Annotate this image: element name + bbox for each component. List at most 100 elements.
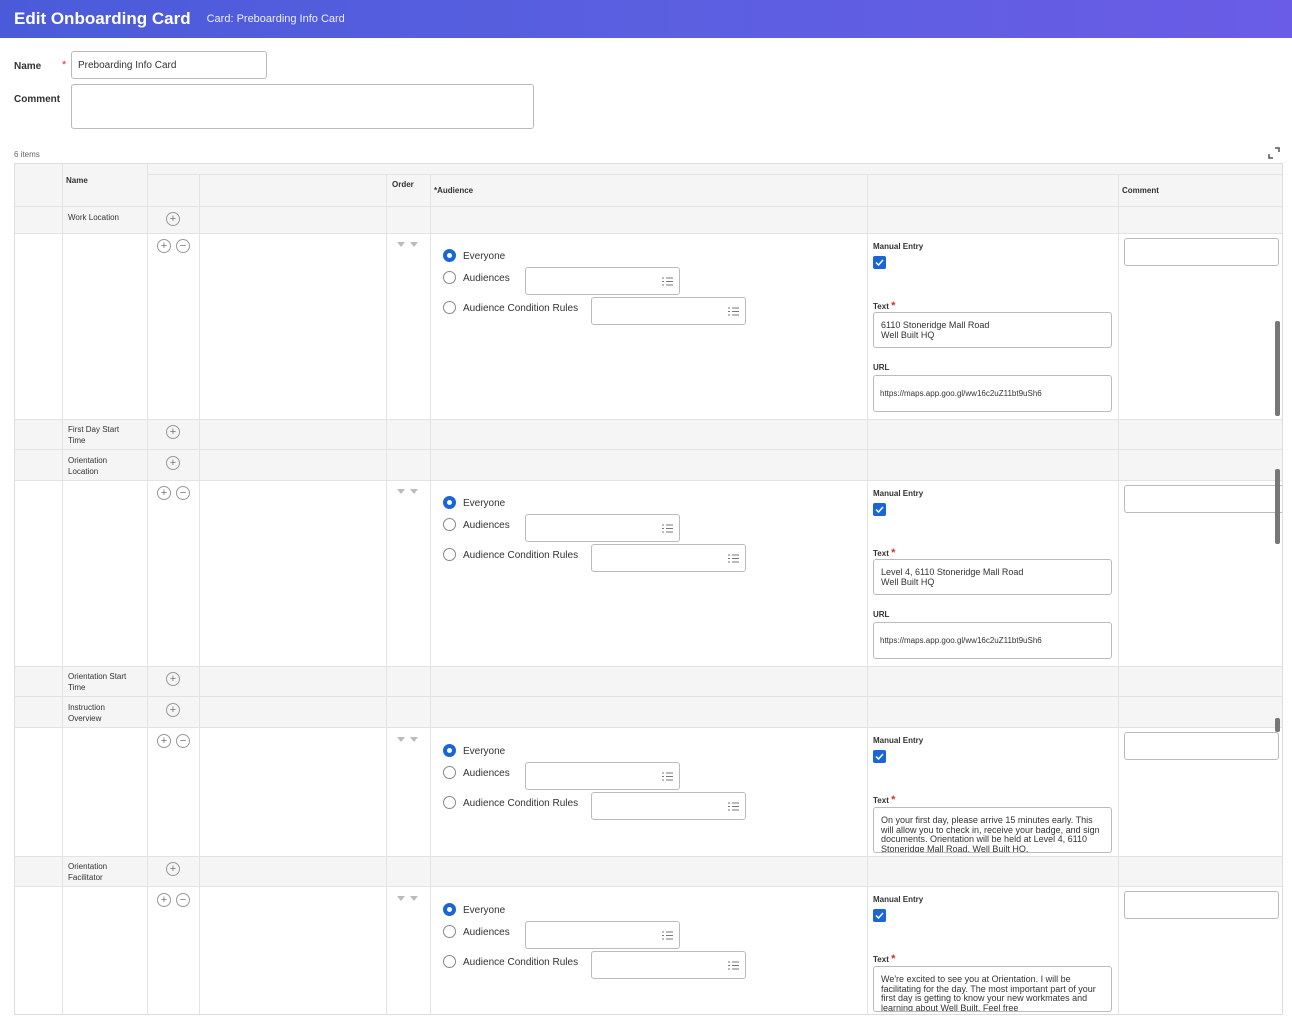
row-band-facilitator: [15, 856, 1282, 886]
list-icon: [728, 802, 739, 811]
text-label-text: Text: [873, 549, 889, 558]
text-textarea[interactable]: 6110 Stoneridge Mall Road Well Built HQ: [873, 312, 1112, 348]
check-icon: [875, 912, 884, 919]
row-band-orientation-location: [15, 450, 1282, 480]
comment-input[interactable]: [1124, 485, 1282, 513]
text-textarea[interactable]: We're excited to see you at Orientation.…: [873, 966, 1112, 1012]
row-name-orientation-location: Orientation Location: [68, 456, 108, 476]
url-input[interactable]: https://maps.app.goo.gl/ww16c2uZ11bt9uSh…: [873, 375, 1112, 412]
move-down-icon[interactable]: [410, 242, 418, 247]
manual-entry-checkbox[interactable]: [873, 256, 886, 269]
remove-button[interactable]: −: [176, 734, 190, 748]
remove-button[interactable]: −: [176, 486, 190, 500]
comment-input[interactable]: [1124, 238, 1279, 266]
audiences-prompt[interactable]: [525, 921, 680, 949]
row-name-first-day-start-time: First Day Start Time: [68, 425, 120, 445]
row-name-work-location: Work Location: [68, 213, 119, 222]
move-up-icon[interactable]: [397, 896, 405, 901]
comment-input[interactable]: [1124, 891, 1279, 919]
add-row-button[interactable]: +: [166, 862, 180, 876]
text-textarea[interactable]: On your first day, please arrive 15 minu…: [873, 807, 1112, 853]
move-down-icon[interactable]: [410, 896, 418, 901]
radio-audiences-label: Audiences: [463, 927, 510, 938]
add-button[interactable]: +: [157, 734, 171, 748]
column-header-audience[interactable]: *Audience: [434, 186, 473, 195]
audiences-prompt[interactable]: [525, 267, 680, 295]
column-header-name[interactable]: Name: [66, 176, 88, 185]
column-header-order[interactable]: Order: [392, 180, 414, 189]
radio-everyone[interactable]: [443, 903, 456, 916]
audience-rules-prompt[interactable]: [591, 792, 746, 820]
url-label: URL: [873, 610, 890, 619]
radio-audience-condition-rules[interactable]: [443, 955, 456, 968]
remove-button[interactable]: −: [176, 239, 190, 253]
radio-everyone[interactable]: [443, 249, 456, 262]
textarea-scrollbar[interactable]: [1275, 321, 1280, 416]
text-textarea[interactable]: Level 4, 6110 Stoneridge Mall Road Well …: [873, 559, 1112, 595]
comment-textarea[interactable]: [71, 84, 534, 129]
onboarding-grid: Name Order *Audience Comment Work Locati…: [14, 163, 1283, 1015]
manual-entry-checkbox[interactable]: [873, 503, 886, 516]
manual-entry-label: Manual Entry: [873, 242, 924, 251]
radio-audience-condition-rules[interactable]: [443, 301, 456, 314]
add-button[interactable]: +: [157, 486, 171, 500]
comment-label: Comment: [14, 94, 61, 105]
row-band-work-location: [15, 206, 1282, 233]
add-row-button[interactable]: +: [166, 425, 180, 439]
radio-audiences[interactable]: [443, 766, 456, 779]
add-row-button[interactable]: +: [166, 212, 180, 226]
url-label: URL: [873, 363, 890, 372]
move-up-icon[interactable]: [397, 242, 405, 247]
radio-rules-label: Audience Condition Rules: [463, 957, 579, 968]
radio-audience-condition-rules[interactable]: [443, 796, 456, 809]
check-icon: [875, 259, 884, 266]
manual-entry-label: Manual Entry: [873, 895, 924, 904]
move-down-icon[interactable]: [410, 737, 418, 742]
required-mark: *: [891, 953, 896, 965]
audiences-prompt[interactable]: [525, 762, 680, 790]
radio-everyone-label: Everyone: [463, 251, 506, 262]
radio-audiences-label: Audiences: [463, 520, 510, 531]
move-down-icon[interactable]: [410, 489, 418, 494]
add-button[interactable]: +: [157, 239, 171, 253]
radio-rules-label: Audience Condition Rules: [463, 798, 579, 809]
radio-everyone[interactable]: [443, 744, 456, 757]
list-icon: [728, 961, 739, 970]
radio-audiences[interactable]: [443, 518, 456, 531]
comment-row: Comment: [14, 84, 534, 129]
text-label: Text *: [873, 300, 895, 312]
radio-audiences[interactable]: [443, 271, 456, 284]
textarea-scrollbar[interactable]: [1275, 718, 1280, 732]
row-name-orientation-start-time: Orientation Start Time: [68, 672, 127, 692]
name-row: Name * Preboarding Info Card: [14, 51, 267, 79]
remove-button[interactable]: −: [176, 893, 190, 907]
name-label: Name: [14, 61, 42, 72]
radio-audience-condition-rules[interactable]: [443, 548, 456, 561]
list-icon: [662, 524, 673, 533]
radio-audiences[interactable]: [443, 925, 456, 938]
audience-rules-prompt[interactable]: [591, 297, 746, 325]
name-input[interactable]: Preboarding Info Card: [71, 51, 267, 79]
manual-entry-checkbox[interactable]: [873, 909, 886, 922]
add-row-button[interactable]: +: [166, 703, 180, 717]
comment-input[interactable]: [1124, 732, 1279, 760]
url-input[interactable]: https://maps.app.goo.gl/ww16c2uZ11bt9uSh…: [873, 622, 1112, 659]
list-icon: [662, 772, 673, 781]
audience-rules-prompt[interactable]: [591, 951, 746, 979]
list-icon: [728, 554, 739, 563]
text-label-text: Text: [873, 955, 889, 964]
textarea-scrollbar[interactable]: [1275, 469, 1280, 544]
add-button[interactable]: +: [157, 893, 171, 907]
move-up-icon[interactable]: [397, 737, 405, 742]
add-row-button[interactable]: +: [166, 672, 180, 686]
manual-entry-checkbox[interactable]: [873, 750, 886, 763]
text-label-text: Text: [873, 796, 889, 805]
radio-rules-label: Audience Condition Rules: [463, 550, 579, 561]
move-up-icon[interactable]: [397, 489, 405, 494]
expand-icon[interactable]: [1268, 147, 1280, 159]
radio-everyone[interactable]: [443, 496, 456, 509]
audiences-prompt[interactable]: [525, 514, 680, 542]
add-row-button[interactable]: +: [166, 456, 180, 470]
audience-rules-prompt[interactable]: [591, 544, 746, 572]
column-header-comment[interactable]: Comment: [1122, 186, 1159, 195]
